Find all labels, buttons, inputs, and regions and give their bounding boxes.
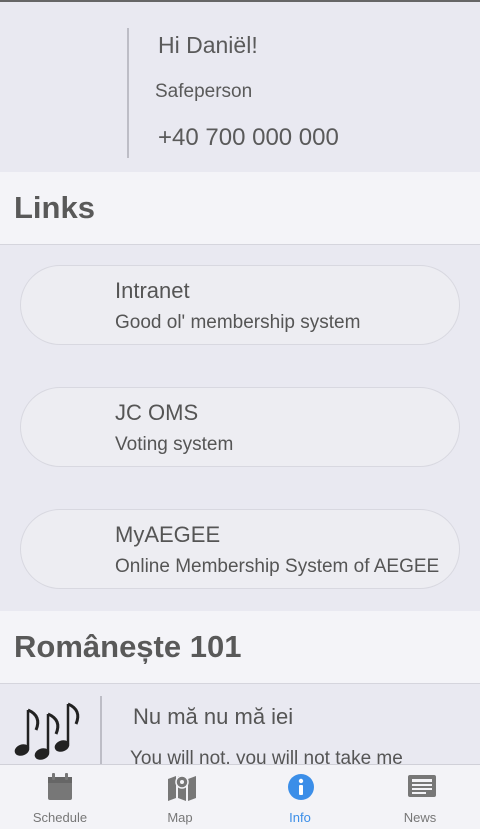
link-subtitle: Online Membership System of AEGEE — [115, 556, 440, 577]
tab-info[interactable]: Info — [240, 765, 360, 829]
romanian-section-header: Românește 101 — [0, 611, 480, 684]
safeperson-phone[interactable]: +40 700 000 000 — [158, 124, 339, 152]
safeperson-card: Hi Daniël! Safeperson +40 700 000 000 — [0, 2, 480, 172]
phrase-divider — [100, 696, 102, 766]
info-icon — [288, 774, 314, 800]
link-subtitle: Voting system — [115, 434, 234, 455]
link-card-intranet[interactable]: Intranet Good ol' membership system — [20, 265, 460, 345]
links-heading: Links — [14, 190, 95, 225]
tab-label: News — [403, 810, 437, 825]
link-card-myaegee[interactable]: MyAEGEE Online Membership System of AEGE… — [20, 509, 460, 589]
bottom-tab-bar: Schedule Map Info News — [0, 764, 480, 829]
greeting-text: Hi Daniël! — [158, 32, 258, 58]
music-notes-icon — [14, 702, 80, 760]
news-icon — [408, 775, 436, 797]
links-section-header: Links — [0, 172, 480, 245]
link-subtitle: Good ol' membership system — [115, 312, 361, 333]
safeperson-divider — [127, 28, 129, 158]
romanian-heading: Românește 101 — [14, 629, 242, 664]
link-title: MyAEGEE — [115, 522, 221, 547]
link-card-jc-oms[interactable]: JC OMS Voting system — [20, 387, 460, 467]
phrase-item: Nu mă nu mă iei You will not, you will n… — [0, 684, 480, 766]
tab-label: Map — [167, 810, 193, 825]
tab-news[interactable]: News — [360, 765, 480, 829]
tab-label: Schedule — [32, 810, 88, 825]
link-title: JC OMS — [115, 400, 199, 425]
map-icon — [168, 775, 196, 801]
phrase-romanian: Nu mă nu mă iei — [133, 704, 294, 729]
tab-schedule[interactable]: Schedule — [0, 765, 120, 829]
calendar-icon — [48, 773, 72, 800]
tab-map[interactable]: Map — [120, 765, 240, 829]
safeperson-role: Safeperson — [155, 81, 253, 102]
tab-label: Info — [289, 810, 311, 825]
link-title: Intranet — [115, 278, 190, 303]
